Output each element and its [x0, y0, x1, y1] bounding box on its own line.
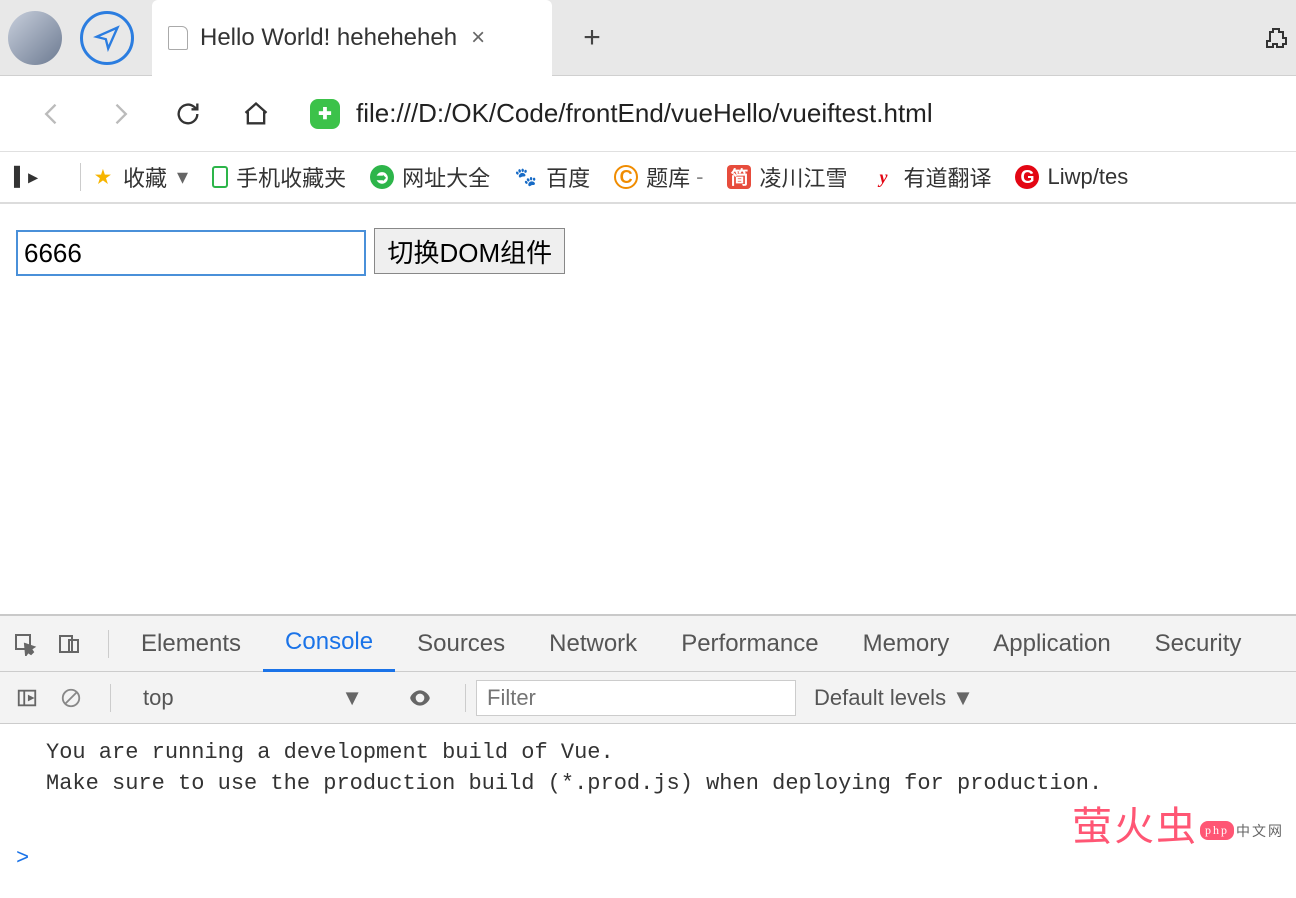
levels-label: Default levels: [814, 685, 946, 711]
devtools-tabs: Elements Console Sources Network Perform…: [0, 616, 1296, 672]
profile-avatar[interactable]: [8, 11, 62, 65]
bookmark-label: 手机收藏夹: [236, 161, 346, 193]
bookmark-label: 网址大全: [402, 161, 490, 193]
page-icon: [168, 26, 188, 50]
bookmark-label: 凌川江雪: [759, 161, 847, 193]
page-content: 切换DOM组件: [0, 204, 1296, 614]
browser-tab-strip: Hello World! heheheheh × +: [0, 0, 1296, 76]
devtools-tab-console[interactable]: Console: [263, 616, 395, 672]
console-sidebar-toggle-icon[interactable]: [12, 683, 42, 713]
clear-console-icon[interactable]: [56, 683, 86, 713]
tab-close-icon[interactable]: ×: [471, 24, 485, 52]
reload-button[interactable]: [168, 94, 208, 134]
security-shield-icon: ✚: [310, 99, 340, 129]
address-bar: ✚ file:///D:/OK/Code/frontEnd/vueHello/v…: [0, 76, 1296, 152]
new-tab-button[interactable]: +: [572, 18, 612, 58]
bookmarks-bar: ▍▸ ★收藏▾ 手机收藏夹 ➲网址大全 🐾百度 C题库- 简凌川江雪 y有道翻译…: [0, 152, 1296, 204]
bookmark-label: Liwp/tes: [1047, 164, 1128, 190]
bookmark-baidu[interactable]: 🐾百度: [514, 161, 590, 193]
bookmark-tiku[interactable]: C题库-: [614, 161, 703, 193]
separator: [108, 630, 109, 658]
console-output: You are running a development build of V…: [0, 724, 1296, 844]
bookmark-label: 题库: [646, 161, 690, 193]
live-expression-icon[interactable]: [405, 683, 435, 713]
console-prompt[interactable]: >: [0, 844, 1296, 898]
log-levels-selector[interactable]: Default levels▼: [814, 685, 974, 711]
bookmark-youdao[interactable]: y有道翻译: [871, 161, 991, 193]
forward-button[interactable]: [100, 94, 140, 134]
context-selector[interactable]: top▼: [133, 685, 373, 711]
back-button[interactable]: [32, 94, 72, 134]
navigation-send-icon[interactable]: [80, 11, 134, 65]
sidebar-toggle-icon[interactable]: ▍▸: [14, 165, 46, 189]
context-label: top: [143, 685, 174, 711]
bookmark-label: 有道翻译: [903, 161, 991, 193]
extensions-icon[interactable]: [1264, 26, 1288, 50]
console-filter-input[interactable]: [476, 680, 796, 716]
separator: [465, 684, 466, 712]
inspect-element-icon[interactable]: [10, 629, 40, 659]
browser-tab-active[interactable]: Hello World! heheheheh ×: [152, 0, 552, 76]
toggle-dom-button[interactable]: 切换DOM组件: [374, 228, 565, 274]
bookmark-lingchuan[interactable]: 简凌川江雪: [727, 161, 847, 193]
devtools-tab-application[interactable]: Application: [971, 616, 1132, 672]
devtools-tab-performance[interactable]: Performance: [659, 616, 840, 672]
bookmark-mobile[interactable]: 手机收藏夹: [212, 161, 346, 193]
bookmark-nav[interactable]: ➲网址大全: [370, 161, 490, 193]
bookmark-label: 百度: [546, 161, 590, 193]
devtools-tab-security[interactable]: Security: [1133, 616, 1264, 672]
text-input[interactable]: [16, 230, 366, 276]
devtools-tab-memory[interactable]: Memory: [841, 616, 972, 672]
devtools-tab-network[interactable]: Network: [527, 616, 659, 672]
device-toggle-icon[interactable]: [54, 629, 84, 659]
bookmark-favorites[interactable]: ★收藏▾: [91, 161, 188, 193]
console-toolbar: top▼ Default levels▼: [0, 672, 1296, 724]
devtools-tab-sources[interactable]: Sources: [395, 616, 527, 672]
tab-title: Hello World! heheheheh: [200, 24, 457, 52]
devtools-panel: Elements Console Sources Network Perform…: [0, 614, 1296, 898]
bookmark-label: 收藏: [123, 161, 167, 193]
devtools-tab-elements[interactable]: Elements: [119, 616, 263, 672]
url-box[interactable]: ✚ file:///D:/OK/Code/frontEnd/vueHello/v…: [310, 90, 1278, 138]
url-text: file:///D:/OK/Code/frontEnd/vueHello/vue…: [356, 98, 933, 129]
home-button[interactable]: [236, 94, 276, 134]
bookmark-liwp[interactable]: GLiwp/tes: [1015, 164, 1128, 190]
separator: [80, 163, 81, 191]
separator: [110, 684, 111, 712]
